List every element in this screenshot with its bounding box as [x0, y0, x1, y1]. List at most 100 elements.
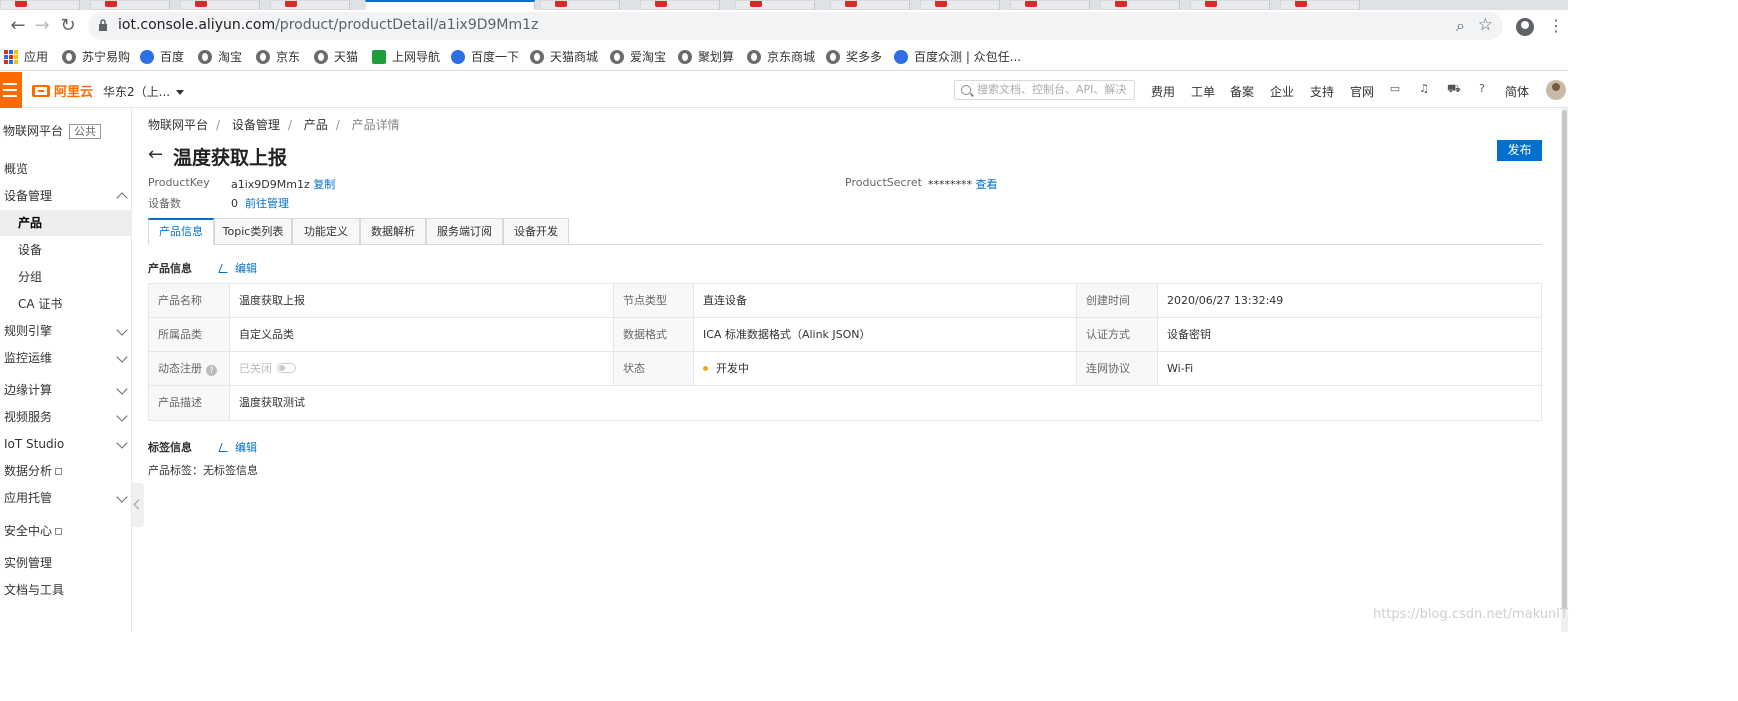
- external-link-icon: [55, 528, 63, 535]
- browser-tab[interactable]: [270, 0, 350, 10]
- sidebar-item-ca-cert[interactable]: CA 证书: [0, 291, 132, 317]
- nav-fees[interactable]: 费用: [1151, 83, 1175, 100]
- browser-tab[interactable]: [1100, 0, 1180, 10]
- aliyun-logo[interactable]: 阿里云: [32, 81, 93, 100]
- tab-function-definition[interactable]: 功能定义: [292, 218, 360, 245]
- bookmark-juhuasuan[interactable]: 聚划算: [678, 48, 734, 65]
- sidebar-item-docs-tools[interactable]: 文档与工具: [0, 577, 132, 603]
- avatar[interactable]: [1546, 80, 1566, 100]
- product-tags-label: 产品标签：: [148, 464, 203, 477]
- bookmark-baidu-zhongce[interactable]: 百度众测 | 众包任...: [894, 48, 1021, 65]
- back-icon[interactable]: ←: [6, 14, 30, 38]
- globe-icon: [678, 49, 692, 64]
- browser-tab[interactable]: [735, 0, 815, 10]
- bookmark-apps[interactable]: 应用: [4, 48, 48, 65]
- sidebar-item-app-hosting[interactable]: 应用托管: [0, 485, 132, 511]
- breadcrumb-iot[interactable]: 物联网平台: [148, 118, 208, 132]
- browser-menu-icon[interactable]: ⋮: [1548, 18, 1564, 34]
- browser-tab[interactable]: [0, 0, 80, 10]
- bookmark-taobao[interactable]: 淘宝: [198, 48, 242, 65]
- sidebar-item-rules[interactable]: 规则引擎: [0, 318, 132, 344]
- dynamic-register-toggle[interactable]: [277, 363, 296, 373]
- region-selector[interactable]: 华东2（上...: [103, 83, 185, 100]
- edit-pen-icon: [218, 443, 231, 452]
- nav-support[interactable]: 支持: [1310, 83, 1334, 100]
- star-icon[interactable]: ☆: [1478, 15, 1493, 35]
- edit-tags-button[interactable]: 编辑: [218, 439, 257, 455]
- bookmark-tmall-mall[interactable]: 天猫商城: [530, 48, 598, 65]
- zoom-icon[interactable]: ⌕: [1456, 16, 1465, 36]
- language-switch[interactable]: 简体: [1505, 83, 1529, 100]
- url-input[interactable]: iot.console.aliyun.com/product/productDe…: [88, 12, 1503, 40]
- nav-icp[interactable]: 备案: [1230, 83, 1254, 100]
- watermark: https://blog.csdn.net/makunIT: [1373, 607, 1569, 622]
- browser-tab[interactable]: [90, 0, 170, 10]
- bookmark-baidu-search[interactable]: 百度一下: [451, 48, 519, 65]
- tab-device-development[interactable]: 设备开发: [503, 218, 569, 245]
- help-circle-icon[interactable]: ?: [206, 365, 217, 376]
- sidebar-collapse-handle[interactable]: [132, 483, 144, 527]
- browser-tab[interactable]: [1010, 0, 1090, 10]
- sidebar-item-monitoring[interactable]: 监控运维: [0, 345, 132, 371]
- bookmark-jiangduoduo[interactable]: 奖多多: [826, 48, 882, 65]
- tab-data-parsing[interactable]: 数据解析: [360, 218, 426, 245]
- sidebar-item-device-mgmt[interactable]: 设备管理: [0, 183, 132, 209]
- tab-product-info[interactable]: 产品信息: [148, 218, 214, 245]
- back-arrow-icon[interactable]: ←: [148, 146, 163, 164]
- bookmark-jd-mall[interactable]: 京东商城: [747, 48, 815, 65]
- bookmark-baidu[interactable]: 百度: [140, 48, 184, 65]
- table-row: 所属品类 自定义品类 数据格式 ICA 标准数据格式（Alink JSON） 认…: [149, 318, 1541, 352]
- browser-tab[interactable]: [640, 0, 720, 10]
- bookmark-nav[interactable]: 上网导航: [372, 48, 440, 65]
- help-icon[interactable]: ?: [1476, 83, 1488, 95]
- copy-link[interactable]: 复制: [313, 178, 335, 191]
- tab-server-subscription[interactable]: 服务端订阅: [426, 218, 503, 245]
- breadcrumb-products[interactable]: 产品: [304, 118, 328, 132]
- forward-icon[interactable]: →: [30, 14, 54, 38]
- cell-label: 产品名称: [149, 284, 230, 317]
- browser-tab[interactable]: [830, 0, 910, 10]
- reload-icon[interactable]: ↻: [56, 14, 80, 38]
- account-icon[interactable]: [1516, 18, 1534, 36]
- sidebar-item-devices[interactable]: 设备: [0, 237, 132, 263]
- bookmark-jd[interactable]: 京东: [256, 48, 300, 65]
- sidebar-item-products[interactable]: 产品: [0, 210, 132, 236]
- bookmark-suning[interactable]: 苏宁易购: [62, 48, 130, 65]
- sidebar-item-label: 安全中心: [4, 524, 53, 538]
- hamburger-icon[interactable]: [0, 72, 22, 108]
- edit-product-info-button[interactable]: 编辑: [218, 260, 257, 276]
- breadcrumb-device-mgmt[interactable]: 设备管理: [232, 118, 280, 132]
- nav-official[interactable]: 官网: [1350, 83, 1374, 100]
- nav-enterprise[interactable]: 企业: [1270, 83, 1294, 100]
- sidebar-item-video[interactable]: 视频服务: [0, 404, 132, 430]
- sidebar-item-groups[interactable]: 分组: [0, 264, 132, 290]
- view-secret-link[interactable]: 查看: [976, 178, 998, 191]
- sidebar-item-security[interactable]: 安全中心: [0, 518, 132, 544]
- bell-icon[interactable]: ♫: [1418, 83, 1430, 95]
- browser-tab[interactable]: [1280, 0, 1360, 10]
- cell-label: 节点类型: [614, 284, 694, 317]
- apps-grid-icon: [4, 49, 18, 64]
- sidebar-item-overview[interactable]: 概览: [0, 156, 132, 182]
- sidebar-item-edge[interactable]: 边缘计算: [0, 377, 132, 403]
- bookmark-aitaobao[interactable]: 爱淘宝: [610, 48, 666, 65]
- tab-topic-list[interactable]: Topic类列表: [214, 218, 292, 245]
- console-search-input[interactable]: 搜索文档、控制台、API、解决: [954, 80, 1135, 100]
- page-scrollbar[interactable]: [1561, 108, 1568, 632]
- browser-tab[interactable]: [1190, 0, 1270, 10]
- sidebar-item-label: 应用托管: [4, 491, 53, 505]
- sidebar-item-data-analysis[interactable]: 数据分析: [0, 458, 132, 484]
- bookmark-tmall[interactable]: 天猫: [314, 48, 358, 65]
- publish-button[interactable]: 发布: [1497, 140, 1542, 161]
- browser-tab[interactable]: [920, 0, 1000, 10]
- nav-tickets[interactable]: 工单: [1191, 83, 1215, 100]
- manage-link[interactable]: 前往管理: [245, 197, 289, 210]
- sidebar-item-instances[interactable]: 实例管理: [0, 550, 132, 576]
- browser-tab-active[interactable]: [365, 0, 535, 10]
- sidebar-item-iot-studio[interactable]: IoT Studio: [0, 431, 132, 457]
- browser-tab[interactable]: [180, 0, 260, 10]
- browser-tab[interactable]: [540, 0, 620, 10]
- product-secret-masked: ********: [928, 178, 972, 191]
- cart-icon[interactable]: ⛟: [1447, 83, 1461, 95]
- terminal-icon[interactable]: ▭: [1389, 83, 1401, 95]
